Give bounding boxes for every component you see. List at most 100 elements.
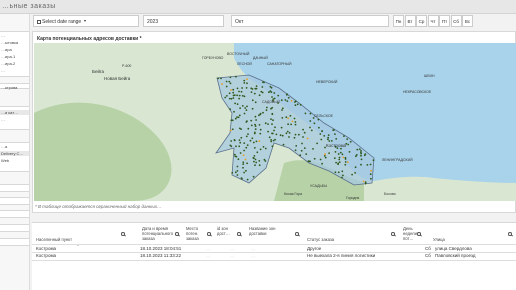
order-point[interactable] <box>238 97 241 100</box>
order-point[interactable] <box>259 128 262 131</box>
order-point[interactable] <box>295 145 298 147</box>
order-point[interactable] <box>245 169 247 172</box>
order-point[interactable] <box>256 151 259 154</box>
order-point[interactable] <box>310 129 313 132</box>
search-icon[interactable] <box>207 232 212 237</box>
order-point[interactable] <box>273 129 275 132</box>
order-point[interactable] <box>294 123 297 126</box>
year-select[interactable]: 2023 <box>143 15 224 27</box>
order-point[interactable] <box>338 161 341 163</box>
order-point[interactable] <box>351 173 353 176</box>
order-point[interactable] <box>255 140 258 143</box>
order-point[interactable] <box>238 139 241 141</box>
order-point[interactable] <box>245 146 248 149</box>
order-point[interactable] <box>243 171 246 174</box>
order-point[interactable] <box>335 161 337 164</box>
order-point[interactable] <box>230 97 233 100</box>
order-point[interactable] <box>264 122 267 125</box>
sidebar-item[interactable]: …ира-2 <box>1 61 29 66</box>
order-point[interactable] <box>246 162 249 165</box>
order-point[interactable] <box>254 115 257 118</box>
order-point[interactable] <box>250 124 253 127</box>
order-point[interactable] <box>309 160 311 163</box>
order-point[interactable] <box>235 75 237 78</box>
sidebar-item[interactable]: … <box>1 33 29 38</box>
order-point[interactable] <box>284 99 287 101</box>
order-point[interactable] <box>266 106 268 109</box>
order-point[interactable] <box>242 154 245 156</box>
order-point[interactable] <box>337 171 340 174</box>
order-point[interactable] <box>226 95 228 97</box>
day-button[interactable]: Пт <box>439 15 450 27</box>
order-point[interactable] <box>298 133 300 136</box>
order-point[interactable] <box>229 108 232 111</box>
order-point[interactable] <box>360 152 362 155</box>
order-point[interactable] <box>356 148 359 151</box>
order-point[interactable] <box>300 149 303 152</box>
order-point[interactable] <box>243 95 246 98</box>
order-point[interactable] <box>288 136 290 138</box>
order-point[interactable] <box>281 117 284 119</box>
order-point[interactable] <box>364 182 367 185</box>
order-point[interactable] <box>255 87 258 90</box>
order-point[interactable] <box>234 102 237 105</box>
order-point[interactable] <box>254 125 257 127</box>
order-point[interactable] <box>334 133 336 135</box>
order-point[interactable] <box>225 80 228 83</box>
order-point[interactable] <box>287 123 289 126</box>
sidebar-channel-list[interactable]: …а Delivery C… Web <box>0 142 29 172</box>
order-point[interactable] <box>238 90 240 93</box>
order-point[interactable] <box>312 148 314 150</box>
order-point[interactable] <box>324 153 326 156</box>
order-point[interactable] <box>252 175 255 178</box>
order-point[interactable] <box>245 135 248 138</box>
sidebar-item[interactable]: …а <box>1 144 29 149</box>
order-point[interactable] <box>316 142 318 145</box>
order-point[interactable] <box>241 94 244 97</box>
order-point[interactable] <box>264 147 267 150</box>
order-point[interactable] <box>362 180 365 183</box>
order-point[interactable] <box>320 138 323 141</box>
order-point[interactable] <box>259 148 262 151</box>
day-button[interactable]: Вс <box>462 15 473 27</box>
order-point[interactable] <box>290 99 293 102</box>
column-header[interactable]: Статус заказа <box>307 237 334 242</box>
order-point[interactable] <box>230 140 233 142</box>
order-point[interactable] <box>287 96 290 99</box>
order-point[interactable] <box>285 132 288 135</box>
order-point[interactable] <box>299 154 302 157</box>
order-point[interactable] <box>252 157 255 159</box>
order-point[interactable] <box>343 135 345 137</box>
sidebar-item[interactable]: …ира-1 <box>1 54 29 59</box>
order-point[interactable] <box>255 85 258 87</box>
order-point[interactable] <box>290 123 292 126</box>
order-point[interactable] <box>294 149 297 152</box>
order-point[interactable] <box>220 77 222 80</box>
order-point[interactable] <box>360 158 363 161</box>
order-point[interactable] <box>221 83 223 86</box>
order-point[interactable] <box>302 128 304 131</box>
order-point[interactable] <box>224 96 227 99</box>
order-point[interactable] <box>318 126 320 129</box>
order-point[interactable] <box>251 107 254 110</box>
day-button[interactable]: Ср <box>416 15 427 27</box>
order-point[interactable] <box>254 131 256 134</box>
order-point[interactable] <box>338 158 341 161</box>
order-point[interactable] <box>239 141 242 144</box>
order-point[interactable] <box>258 160 261 162</box>
column-header[interactable]: id зон дост… <box>217 226 235 236</box>
order-point[interactable] <box>289 114 292 117</box>
sidebar-field[interactable] <box>0 224 29 232</box>
order-point[interactable] <box>268 136 271 139</box>
order-point[interactable] <box>338 156 341 159</box>
order-point[interactable] <box>247 133 249 135</box>
order-point[interactable] <box>293 117 296 120</box>
order-point[interactable] <box>296 103 299 106</box>
order-point[interactable] <box>272 119 274 122</box>
order-point[interactable] <box>282 143 285 146</box>
order-point[interactable] <box>234 117 237 120</box>
order-point[interactable] <box>271 96 273 98</box>
order-point[interactable] <box>304 112 307 115</box>
order-point[interactable] <box>233 139 236 142</box>
order-point[interactable] <box>236 87 239 90</box>
